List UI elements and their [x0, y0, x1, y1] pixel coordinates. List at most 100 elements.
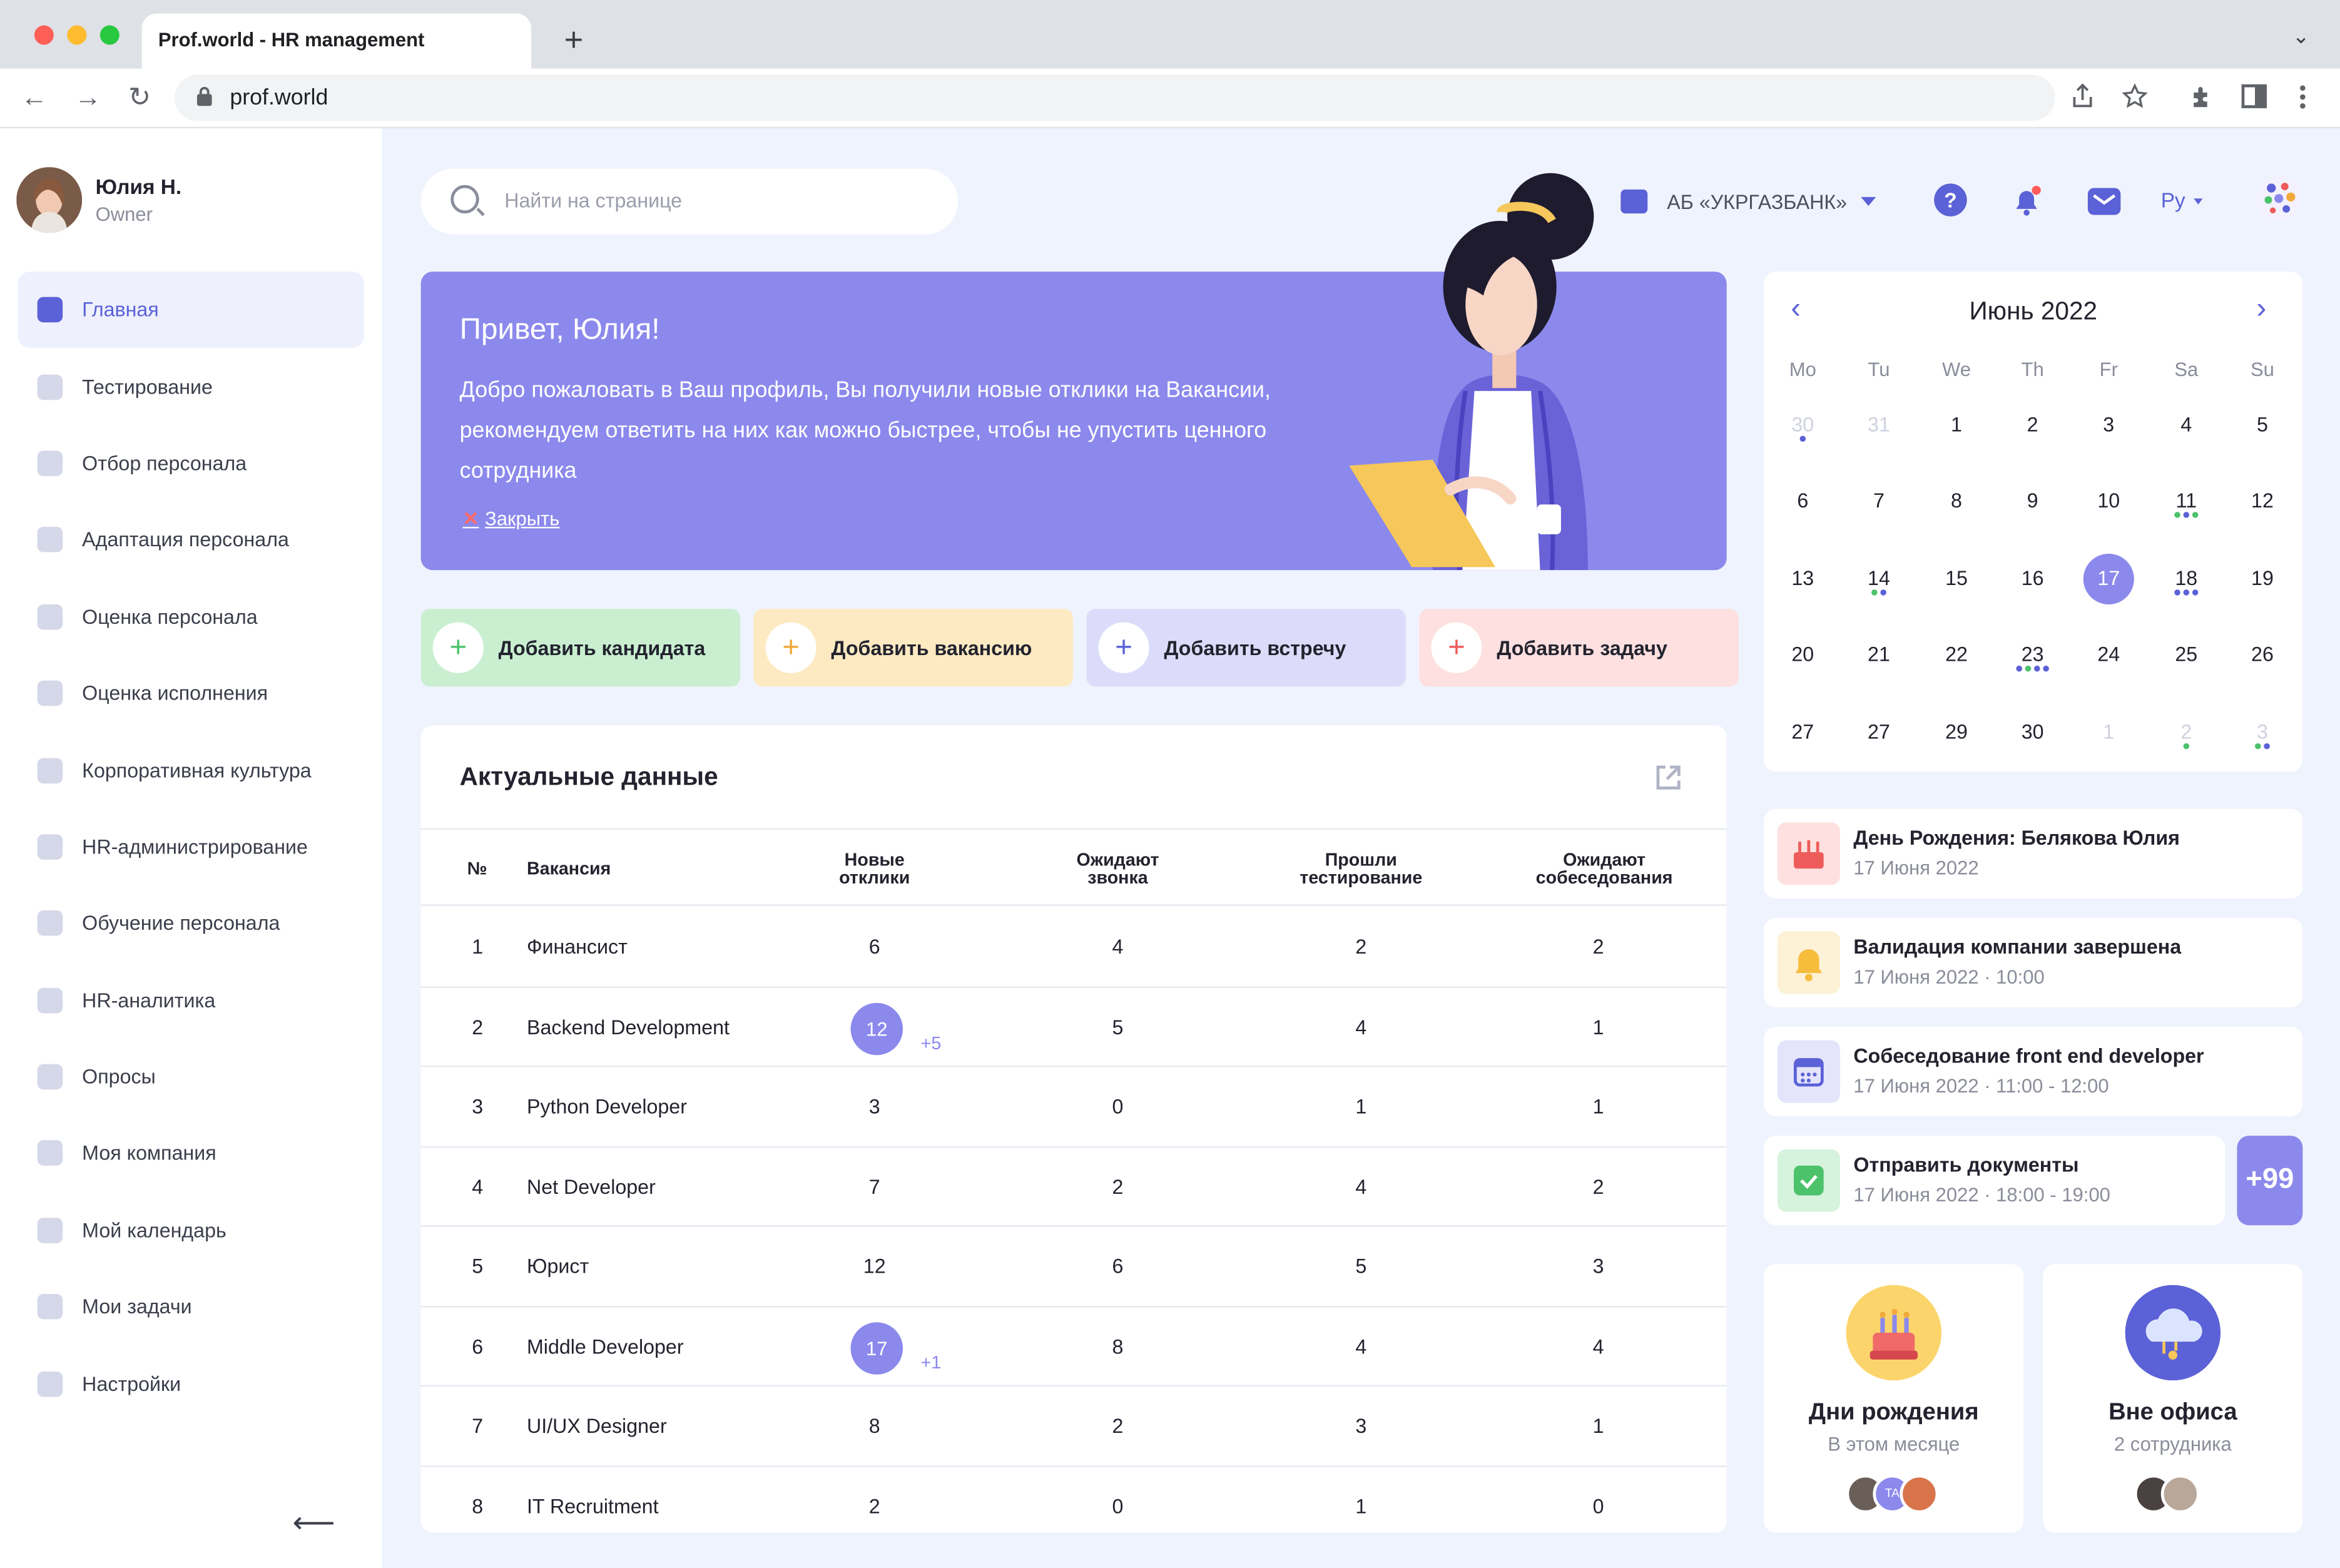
mail-icon[interactable]: [2087, 185, 2122, 218]
table-row[interactable]: 7 UI/UX Designer 8 2 3 1: [420, 1387, 1727, 1467]
more-events-badge[interactable]: +99: [2237, 1136, 2303, 1226]
table-row[interactable]: 1 Финансист 6 4 2 2: [420, 907, 1727, 987]
share-icon[interactable]: [2072, 83, 2094, 109]
birthdays-widget[interactable]: Дни рождения В этом месяце TA: [1764, 1264, 2024, 1533]
external-link-icon[interactable]: [1654, 763, 1684, 793]
language-selector[interactable]: Ру: [2161, 188, 2204, 212]
sidebar-item[interactable]: Мои задачи: [18, 1269, 364, 1346]
calendar-day-selected[interactable]: 17: [2083, 553, 2134, 604]
calendar-day[interactable]: 13: [1778, 553, 1828, 604]
event-card[interactable]: Собеседование front end developer 17 Июня…: [1764, 1027, 2303, 1117]
user-avatar[interactable]: [16, 167, 83, 233]
help-icon[interactable]: ?: [1934, 183, 1967, 216]
quick-action-button[interactable]: + Добавить встречу: [1086, 609, 1406, 687]
sidebar-item[interactable]: Настройки: [18, 1345, 364, 1422]
calendar-day[interactable]: 12: [2237, 477, 2287, 527]
sidebar-item[interactable]: Главная: [18, 272, 364, 349]
sidebar-item[interactable]: HR-администрирование: [18, 808, 364, 885]
calendar-day[interactable]: 19: [2237, 553, 2287, 604]
calendar-day[interactable]: 27: [1853, 707, 1904, 758]
calendar-day[interactable]: 26: [2237, 630, 2287, 681]
calendar-day[interactable]: 1: [1931, 400, 1981, 451]
sidebar-item[interactable]: Мой календарь: [18, 1192, 364, 1269]
sidebar-item[interactable]: Тестирование: [18, 349, 364, 425]
calendar-day[interactable]: 22: [1931, 630, 1981, 681]
address-bar[interactable]: prof.world: [175, 74, 2055, 121]
calendar-day[interactable]: 21: [1853, 630, 1904, 681]
vacancy-name[interactable]: IT Recruitment: [527, 1495, 659, 1517]
out-of-office-widget[interactable]: Вне офиса 2 сотрудника: [2043, 1264, 2303, 1533]
table-row[interactable]: 8 IT Recruitment 2 0 1 0: [421, 1466, 1727, 1532]
close-window-button[interactable]: [34, 25, 54, 45]
calendar-day[interactable]: 8: [1931, 477, 1981, 527]
calendar-day[interactable]: 5: [2237, 400, 2287, 451]
side-panel-icon[interactable]: [2241, 84, 2267, 109]
calendar-day[interactable]: 9: [2007, 477, 2058, 527]
calendar-day[interactable]: 10: [2083, 477, 2134, 527]
vacancy-name[interactable]: Финансист: [527, 936, 628, 959]
table-row[interactable]: 4 Net Developer 7 2 4 2: [420, 1147, 1727, 1227]
sidebar-item[interactable]: Моя компания: [18, 1115, 364, 1192]
new-responses-badge[interactable]: 17: [850, 1321, 903, 1374]
table-row[interactable]: 5 Юрист 12 6 5 3: [420, 1227, 1727, 1307]
calendar-day[interactable]: 30: [2007, 707, 2058, 758]
calendar-day[interactable]: 23: [2007, 630, 2058, 681]
sidebar-item[interactable]: Корпоративная культура: [18, 732, 364, 809]
calendar-day[interactable]: 27: [1778, 707, 1828, 758]
table-row[interactable]: 6 Middle Developer 17 +1 8 4 4: [420, 1306, 1727, 1387]
sidebar-item[interactable]: Оценка исполнения: [18, 655, 364, 732]
company-selector[interactable]: АБ «УКРГАЗБАНК»: [1620, 185, 1876, 218]
notification-bell-icon[interactable]: [2008, 183, 2044, 219]
minimize-window-button[interactable]: [67, 25, 87, 45]
calendar-day[interactable]: 24: [2083, 630, 2134, 681]
calendar-day[interactable]: 31: [1853, 400, 1904, 451]
calendar-day[interactable]: 1: [2083, 707, 2134, 758]
browser-tab[interactable]: Prof.world - HR management: [141, 13, 532, 69]
calendar-day[interactable]: 20: [1778, 630, 1828, 681]
calendar-day[interactable]: 3: [2237, 707, 2287, 758]
new-responses-badge[interactable]: 12: [850, 1002, 903, 1055]
new-tab-button[interactable]: +: [564, 21, 584, 59]
next-month-chevron-icon[interactable]: ›: [2256, 292, 2266, 327]
reload-button[interactable]: ↻: [128, 82, 151, 113]
vacancy-name[interactable]: Python Developer: [527, 1096, 687, 1118]
quick-action-button[interactable]: + Добавить кандидата: [420, 609, 741, 687]
calendar-day[interactable]: 4: [2161, 400, 2212, 451]
banner-close-link[interactable]: ✕ Закрыть: [462, 507, 559, 531]
sidebar-item[interactable]: Адаптация персонала: [18, 502, 364, 579]
calendar-day[interactable]: 7: [1853, 477, 1904, 527]
sidebar-item[interactable]: Опросы: [18, 1039, 364, 1116]
calendar-day[interactable]: 2: [2007, 400, 2058, 451]
table-row[interactable]: 3 Python Developer 3 0 1 1: [420, 1067, 1727, 1148]
calendar-day[interactable]: 6: [1778, 477, 1828, 527]
extensions-icon[interactable]: [2189, 84, 2216, 111]
calendar-day[interactable]: 14: [1853, 553, 1904, 604]
calendar-day[interactable]: 16: [2007, 553, 2058, 604]
bookmark-star-icon[interactable]: [2122, 83, 2148, 109]
vacancy-name[interactable]: Net Developer: [527, 1175, 656, 1198]
calendar-day[interactable]: 2: [2161, 707, 2212, 758]
sidebar-item[interactable]: Оценка персонала: [18, 578, 364, 655]
quick-action-button[interactable]: + Добавить задачу: [1419, 609, 1739, 687]
search-field[interactable]: Найти на странице: [420, 168, 959, 235]
table-row[interactable]: 2 Backend Development 12 +5 5 4 1: [420, 987, 1727, 1067]
sidebar-item[interactable]: Обучение персонала: [18, 885, 364, 962]
calendar-day[interactable]: 29: [1931, 707, 1981, 758]
event-card[interactable]: День Рождения: Белякова Юлия 17 Июня 2022: [1764, 808, 2303, 899]
calendar-day[interactable]: 11: [2161, 477, 2212, 527]
quick-action-button[interactable]: + Добавить вакансию: [753, 609, 1073, 687]
forward-button[interactable]: →: [74, 82, 101, 113]
vacancy-name[interactable]: Middle Developer: [527, 1335, 684, 1358]
vacancy-name[interactable]: UI/UX Designer: [527, 1415, 667, 1437]
back-button[interactable]: ←: [21, 82, 48, 113]
calendar-day[interactable]: 18: [2161, 553, 2212, 604]
calendar-day[interactable]: 30: [1778, 400, 1828, 451]
sidebar-item[interactable]: HR-аналитика: [18, 962, 364, 1039]
vacancy-name[interactable]: Юрист: [527, 1255, 589, 1278]
event-card[interactable]: Валидация компании завершена 17 Июня 2022…: [1764, 917, 2303, 1008]
sidebar-item[interactable]: Отбор персонала: [18, 425, 364, 502]
maximize-window-button[interactable]: [99, 25, 120, 45]
browser-menu-icon[interactable]: [2298, 84, 2307, 111]
collapse-sidebar-arrow-icon[interactable]: ⟵: [292, 1504, 335, 1542]
calendar-day[interactable]: 25: [2161, 630, 2212, 681]
